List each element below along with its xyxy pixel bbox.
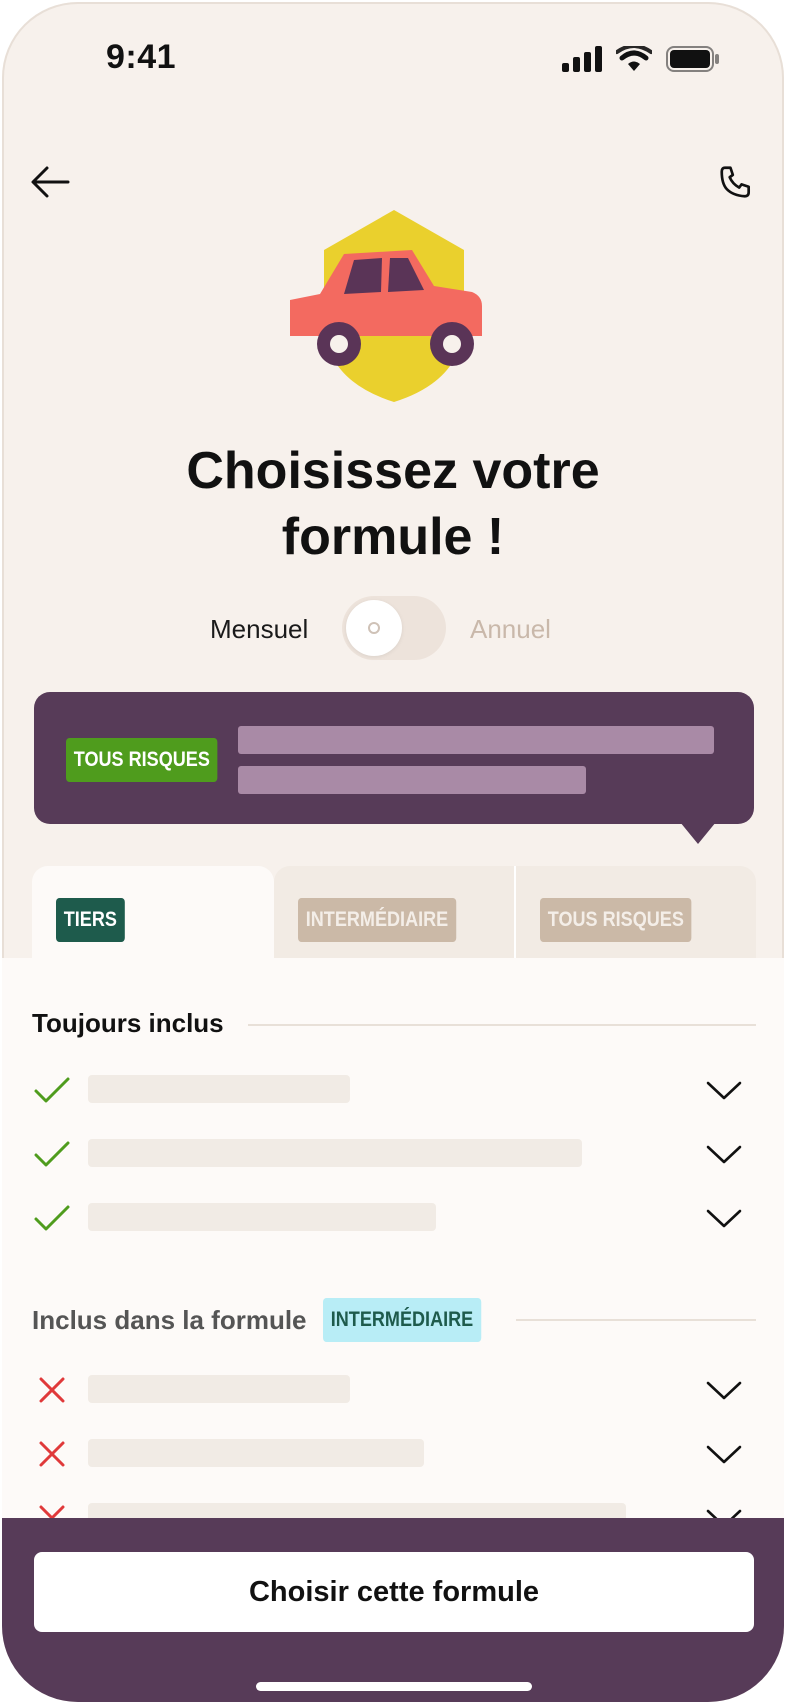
page-title-line2: formule ! bbox=[281, 508, 505, 566]
car-shield-illustration bbox=[290, 210, 482, 402]
section-included-in-plan-badge: INTERMÉDIAIRE bbox=[322, 1298, 481, 1342]
section-always-included: Toujours inclus bbox=[32, 1008, 224, 1039]
arrow-left-icon bbox=[31, 166, 70, 198]
plan-card-text-placeholder-2 bbox=[238, 766, 586, 794]
section-included-in-plan: Inclus dans la formule INTERMÉDIAIRE bbox=[32, 1298, 506, 1342]
chevron-down-icon[interactable] bbox=[702, 1196, 746, 1240]
call-button[interactable] bbox=[706, 152, 766, 212]
coverage-text-placeholder bbox=[88, 1203, 436, 1231]
coverage-text-placeholder bbox=[88, 1375, 350, 1403]
billing-toggle[interactable] bbox=[342, 596, 446, 660]
section-included-in-plan-heading: Inclus dans la formule bbox=[32, 1304, 307, 1335]
coverage-row[interactable] bbox=[2, 1422, 784, 1482]
signal-icon bbox=[562, 46, 602, 72]
coverage-row[interactable] bbox=[2, 1122, 784, 1182]
chevron-down-icon[interactable] bbox=[702, 1432, 746, 1476]
toggle-knob bbox=[346, 600, 402, 656]
coverage-panel: Toujours inclus Inclus dans la formule I… bbox=[2, 958, 784, 1531]
cross-icon bbox=[39, 1441, 65, 1467]
plan-card-badge: TOUS RISQUES bbox=[66, 738, 218, 782]
toggle-label-yearly[interactable]: Annuel bbox=[470, 614, 551, 645]
page-title: Choisissez votre formule ! bbox=[2, 438, 784, 570]
back-button[interactable] bbox=[20, 152, 80, 212]
coverage-row[interactable] bbox=[2, 1358, 784, 1418]
choose-plan-button[interactable]: Choisir cette formule bbox=[34, 1552, 754, 1632]
tab-tiers-label: TIERS bbox=[56, 898, 125, 942]
phone-icon bbox=[720, 166, 751, 198]
check-icon bbox=[34, 1141, 70, 1167]
check-icon bbox=[34, 1205, 70, 1231]
check-icon bbox=[34, 1077, 70, 1103]
chevron-down-icon[interactable] bbox=[702, 1068, 746, 1112]
status-time: 9:41 bbox=[106, 38, 177, 76]
coverage-row[interactable] bbox=[2, 1058, 784, 1118]
section-divider bbox=[248, 1024, 756, 1026]
coverage-text-placeholder bbox=[88, 1439, 424, 1467]
cross-icon bbox=[39, 1377, 65, 1403]
page-title-line1: Choisissez votre bbox=[186, 442, 600, 500]
toggle-label-monthly[interactable]: Mensuel bbox=[210, 614, 308, 645]
tab-intermediaire[interactable]: INTERMÉDIAIRE bbox=[274, 866, 514, 958]
plan-tabs: TIERS INTERMÉDIAIRE TOUS RISQUES bbox=[32, 866, 756, 958]
status-icons bbox=[562, 46, 720, 72]
tab-tous-risques-label: TOUS RISQUES bbox=[540, 898, 692, 942]
wifi-icon bbox=[616, 46, 652, 71]
section-always-included-heading: Toujours inclus bbox=[32, 1008, 224, 1038]
phone-screen: 9:41 Choisissez votre formule ! Mensuel … bbox=[2, 2, 784, 1702]
billing-toggle-row: Mensuel Annuel bbox=[2, 596, 784, 662]
section-divider bbox=[516, 1319, 756, 1321]
coverage-text-placeholder bbox=[88, 1075, 350, 1103]
chevron-down-icon[interactable] bbox=[702, 1368, 746, 1412]
coverage-text-placeholder bbox=[88, 1139, 582, 1167]
plan-card-text-placeholder-1 bbox=[238, 726, 714, 754]
bottom-action-bar: Choisir cette formule bbox=[2, 1518, 784, 1702]
selected-plan-card: TOUS RISQUES bbox=[34, 692, 754, 824]
tab-intermediaire-label: INTERMÉDIAIRE bbox=[298, 898, 456, 942]
tab-tous-risques[interactable]: TOUS RISQUES bbox=[516, 866, 756, 958]
coverage-row[interactable] bbox=[2, 1186, 784, 1246]
chevron-down-icon[interactable] bbox=[702, 1132, 746, 1176]
tab-tiers[interactable]: TIERS bbox=[32, 866, 274, 958]
battery-icon bbox=[666, 46, 719, 72]
home-indicator[interactable] bbox=[256, 1682, 532, 1691]
plan-card-pointer bbox=[680, 822, 716, 844]
